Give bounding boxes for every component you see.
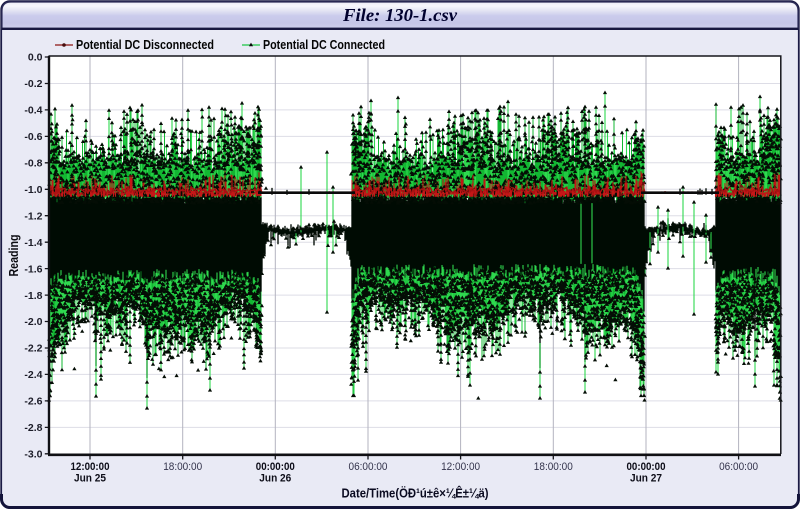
svg-text:-1.6: -1.6 bbox=[24, 263, 42, 275]
svg-text:Jun 27: Jun 27 bbox=[630, 473, 662, 485]
svg-text:18:00:00: 18:00:00 bbox=[163, 461, 202, 473]
svg-text:00:00:00: 00:00:00 bbox=[256, 461, 295, 473]
svg-text:18:00:00: 18:00:00 bbox=[534, 461, 573, 473]
svg-text:-0.6: -0.6 bbox=[24, 131, 42, 143]
svg-text:File: 130-1.csv: File: 130-1.csv bbox=[342, 5, 457, 25]
svg-text:-3.0: -3.0 bbox=[24, 449, 42, 461]
svg-text:00:00:00: 00:00:00 bbox=[627, 461, 666, 473]
svg-text:Jun 25: Jun 25 bbox=[74, 473, 106, 485]
svg-text:-2.4: -2.4 bbox=[24, 369, 42, 381]
svg-text:-2.6: -2.6 bbox=[24, 396, 42, 408]
svg-text:12:00:00: 12:00:00 bbox=[441, 461, 480, 473]
svg-text:-1.8: -1.8 bbox=[24, 290, 42, 302]
svg-text:-1.2: -1.2 bbox=[24, 210, 42, 222]
svg-text:0.0: 0.0 bbox=[28, 52, 43, 64]
svg-text:Date/Time(ÖÐ¹ú±ê×¼Ê±¼ä): Date/Time(ÖÐ¹ú±ê×¼Ê±¼ä) bbox=[342, 486, 489, 501]
svg-text:12:00:00: 12:00:00 bbox=[71, 461, 110, 473]
svg-text:Reading: Reading bbox=[6, 234, 21, 276]
svg-text:Potential DC Disconnected: Potential DC Disconnected bbox=[76, 38, 214, 52]
svg-text:Potential DC Connected: Potential DC Connected bbox=[263, 38, 385, 52]
svg-text:-0.8: -0.8 bbox=[24, 158, 42, 170]
svg-text:-2.2: -2.2 bbox=[24, 343, 42, 355]
svg-text:-1.0: -1.0 bbox=[24, 184, 42, 196]
svg-text:-1.4: -1.4 bbox=[24, 237, 42, 249]
svg-text:-0.2: -0.2 bbox=[24, 78, 42, 90]
svg-text:-0.4: -0.4 bbox=[24, 105, 42, 117]
svg-text:-2.8: -2.8 bbox=[24, 422, 42, 434]
svg-text:Jun 26: Jun 26 bbox=[259, 473, 291, 485]
svg-text:-2.0: -2.0 bbox=[24, 316, 42, 328]
svg-text:06:00:00: 06:00:00 bbox=[719, 461, 758, 473]
svg-text:06:00:00: 06:00:00 bbox=[349, 461, 388, 473]
